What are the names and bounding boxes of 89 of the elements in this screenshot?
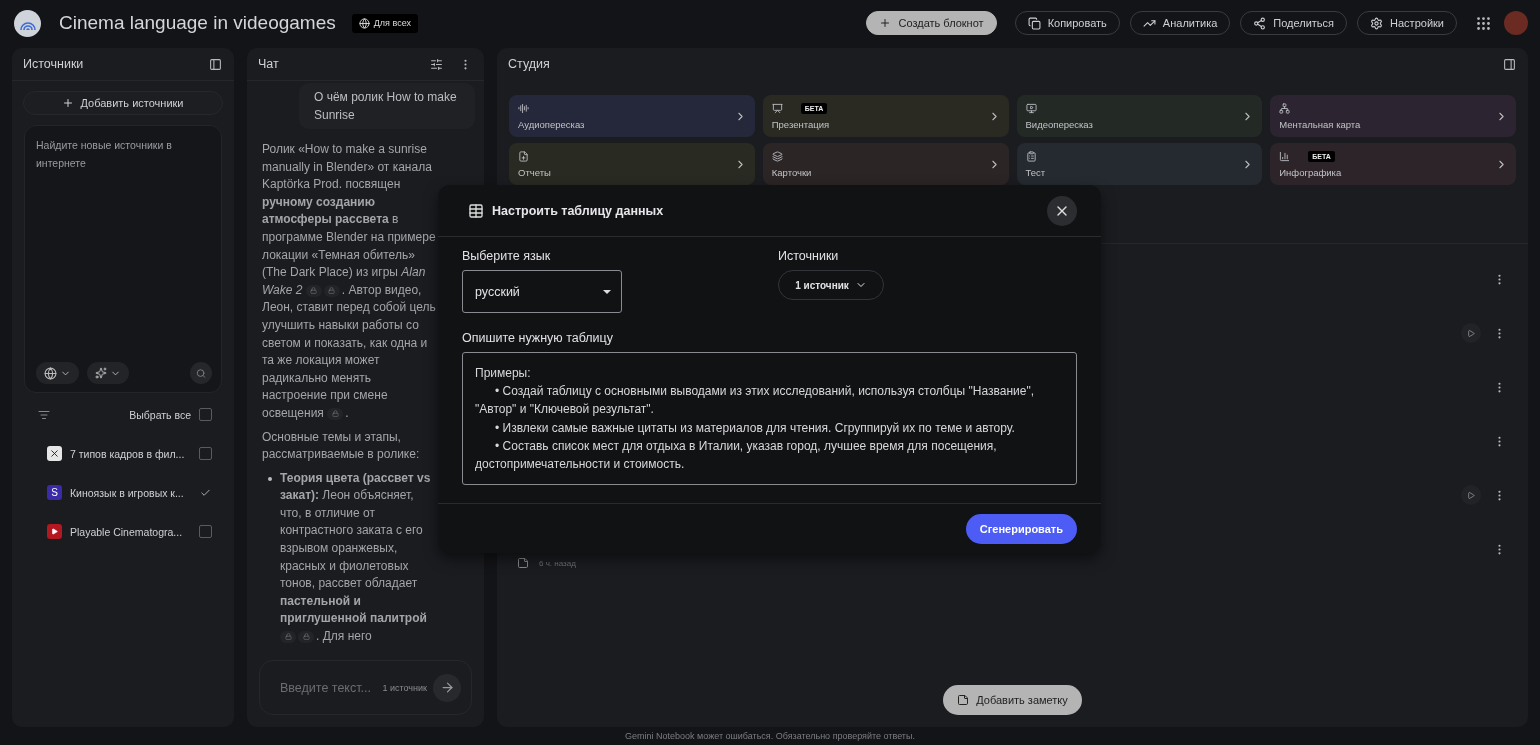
letter-icon: S — [47, 485, 62, 500]
plus-icon — [879, 17, 892, 29]
mindmap-icon — [1279, 102, 1291, 114]
table-icon — [468, 202, 484, 219]
visibility-badge: Для всех — [351, 13, 418, 33]
sort-icon[interactable] — [38, 408, 50, 421]
search-icon — [196, 367, 206, 379]
sliders-icon — [430, 57, 443, 71]
search-button[interactable] — [190, 362, 212, 384]
panel-icon — [209, 57, 222, 71]
quiz-icon — [1025, 150, 1037, 162]
source-checkbox[interactable] — [199, 525, 212, 538]
table-description-field[interactable]: Примеры: • Создай таблицу с основными выводами из этих исследований, используя столбцы "Название", "Автор" и "Ключевой результат". • Извлеки самые важные цитаты из материалов для чтения. Сгруппируй их по теме и автору. • Составь список мест для отдыха в Италии, указав город, лучшее время для посещения, достопримечательности и стоимость. — [462, 352, 1077, 485]
play-button[interactable] — [1461, 485, 1481, 505]
source-count: 1 источник — [382, 682, 427, 693]
citation-icon[interactable] — [323, 284, 340, 297]
video-icon — [1025, 102, 1037, 114]
citation-icon[interactable] — [280, 630, 296, 643]
citation-icon[interactable] — [298, 630, 314, 643]
source-checkbox[interactable] — [199, 447, 212, 460]
settings-icon — [1370, 16, 1384, 30]
slides-icon — [771, 102, 783, 114]
cards-icon — [771, 150, 783, 162]
grid-icon — [1475, 14, 1492, 32]
note-icon — [957, 694, 970, 706]
waveform-icon — [518, 102, 529, 114]
field-label: Выберите язык — [462, 249, 552, 263]
field-label: Опишите нужную таблицу — [462, 331, 614, 345]
bullet-icon — [268, 476, 272, 481]
user-message: О чём ролик How to make Sunrise — [299, 83, 475, 129]
language-select[interactable]: русский — [462, 270, 622, 313]
web-dropdown[interactable] — [36, 362, 79, 384]
panel-title: Чат — [258, 57, 280, 71]
play-icon — [1467, 328, 1475, 338]
studio-tile[interactable]: Аудиопересказ — [509, 95, 755, 137]
lock-icon — [328, 287, 336, 295]
studio-tile[interactable]: Карточки — [762, 143, 1009, 185]
chat-input[interactable]: Введите текст... 1 источник — [259, 660, 472, 715]
answer-paragraph: Основные темы и этапы, рассматриваемые в ролике: — [262, 428, 421, 464]
field-label: Источники — [778, 249, 840, 263]
research-dropdown[interactable] — [87, 362, 129, 384]
globe-icon — [44, 366, 57, 380]
avatar[interactable] — [1504, 11, 1528, 35]
source-title[interactable]: 7 типов кадров в фил... — [70, 447, 191, 460]
studio-tile[interactable]: Ментальная карта — [1270, 95, 1516, 137]
chart-icon — [1279, 150, 1291, 162]
dropdown-icon — [603, 289, 611, 294]
source-title[interactable]: Playable Cinematogra... — [70, 525, 191, 538]
sparkle-icon — [95, 367, 107, 379]
disclaimer: Gemini Notebook может ошибаться. Обязательно проверяйте ответы. — [624, 730, 916, 743]
app-icon — [47, 446, 62, 461]
add-note-button[interactable]: Добавить заметку — [943, 685, 1082, 715]
studio-tile[interactable]: Видеопересказ — [1016, 95, 1263, 137]
note-icon — [517, 557, 529, 569]
web-search-input[interactable]: Найдите новые источники в интернете — [36, 136, 212, 362]
panel-icon — [1503, 57, 1516, 71]
lock-icon — [310, 287, 318, 295]
plus-icon — [62, 97, 75, 109]
close-button[interactable] — [1047, 195, 1077, 226]
select-all-checkbox[interactable] — [199, 408, 212, 421]
add-sources-button[interactable]: Добавить источники — [23, 91, 223, 115]
notebook-title: Cinema language in videogames — [59, 12, 336, 34]
lock-icon — [302, 633, 310, 641]
generate-button[interactable]: Сгенерировать — [965, 513, 1077, 544]
studio-tile[interactable]: Тест — [1016, 143, 1263, 185]
logo-icon — [14, 9, 41, 37]
share-icon — [1253, 16, 1267, 30]
copy-icon — [1027, 16, 1041, 30]
lock-icon — [331, 410, 339, 418]
video-play-icon — [47, 524, 62, 539]
studio-tile[interactable]: Отчеты — [509, 143, 755, 185]
arrow-icon — [439, 680, 455, 695]
report-icon — [518, 150, 529, 162]
play-button[interactable] — [1461, 323, 1481, 343]
send-button[interactable] — [433, 673, 461, 702]
citation-icon[interactable] — [305, 284, 322, 297]
citation-icon[interactable] — [327, 407, 344, 420]
play-icon — [1467, 490, 1475, 500]
select-all-label: Выбрать все — [128, 408, 191, 421]
answer-paragraph: Теория цвета (рассвет vs закат): Леон объясняет, что, в отличие от контрастного заката с его взрывом оранжевых, красных и фиолетовых тонов, рассвет обладает пастельной и приглушенной палитрой . Для него — [280, 469, 432, 646]
answer-paragraph: Ролик «How to make a sunrise manually in Blender» от канала Kaptörka Prod. посвящен ручному созданию атмосферы рассвета в программе Blender на примере локации «Темная обитель» (The Dark Place) из игры Alan Wake 2 . Автор видео, Леон, ставит перед собой цель улучшить навыки работы со светом и показать, как одна и та же локация может радикально менять настроение при смене освещения . — [262, 141, 436, 422]
web-search-field[interactable]: Найдите новые источники в интернете — [24, 125, 222, 393]
lock-icon — [284, 633, 292, 641]
panel-title: Источники — [23, 57, 85, 71]
panel-title: Студия — [508, 57, 551, 71]
create-notebook-button[interactable]: Создать блокнот — [866, 11, 997, 35]
chat-text-input[interactable]: Введите текст... — [278, 679, 377, 696]
source-title[interactable]: Киноязык в игровых к... — [70, 486, 191, 499]
dialog-title: Настроить таблицу данных — [492, 203, 665, 218]
